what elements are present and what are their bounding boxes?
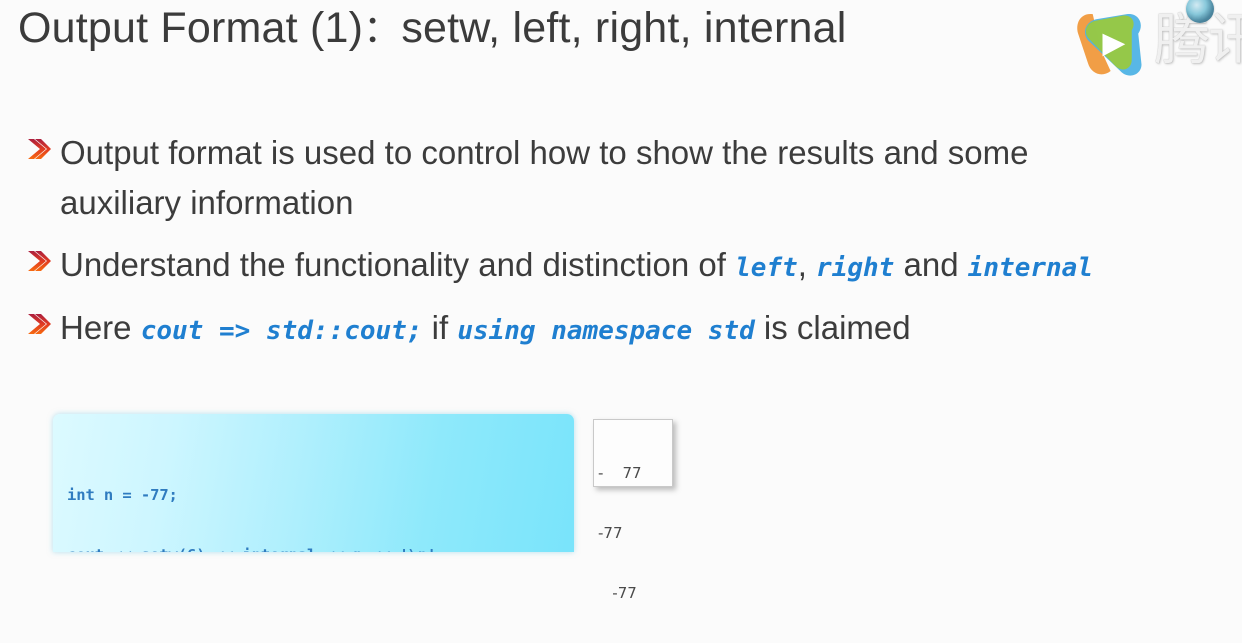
console-output-lines: - 77 -77 -77 (598, 423, 642, 643)
page-title-colon: ： (363, 9, 402, 51)
code-block-lines: int n = -77; cout << setw(6) << internal… (67, 445, 446, 552)
output-line: -77 (598, 524, 623, 542)
red-chevron-arrow-icon (28, 139, 51, 159)
watermark: 腾讯 (1068, 0, 1242, 88)
page-title: Output Format (1)：setw, left, right, int… (18, 0, 1078, 58)
bullet-item-2-code-left: left (735, 253, 798, 283)
bullet-item-2-part2: , (797, 246, 817, 283)
watermark-brand-text: 腾讯 (1154, 10, 1242, 72)
bullet-item-1-text: Output format is used to control how to … (60, 128, 1230, 228)
console-output-box: - 77 -77 -77 (593, 419, 673, 602)
bullet-item-3-part1: Here (60, 309, 141, 346)
bullet-item-1: Output format is used to control how to … (12, 128, 1230, 228)
bullet-item-2-code-right: right (816, 253, 895, 283)
watermark-badge-icon (1186, 0, 1214, 23)
bullet-item-3-text: Here cout => std::cout; if using namespa… (60, 303, 1230, 356)
bullet-item-1-line2: auxiliary information (60, 184, 354, 221)
bullet-list: Output format is used to control how to … (12, 128, 1230, 364)
page-title-rest: setw, left, right, internal (401, 4, 847, 52)
output-line: - 77 (598, 464, 642, 482)
page-title-main: Output Format (1) (18, 4, 364, 52)
bullet-item-2-part1: Understand the functionality and distinc… (60, 246, 736, 283)
bullet-item-2-text: Understand the functionality and distinc… (60, 240, 1230, 293)
bullet-item-2-code-internal: internal (967, 253, 1093, 283)
bullet-item-3: Here cout => std::cout; if using namespa… (12, 303, 1230, 356)
output-line: -77 (598, 584, 637, 602)
bullet-item-3-part3: is claimed (754, 309, 911, 346)
red-chevron-arrow-icon (28, 314, 51, 334)
code-line: cout << setw(6) << internal << n << '\n'… (67, 545, 446, 552)
bullet-item-2-part3: and (894, 246, 968, 283)
red-chevron-arrow-icon (28, 251, 51, 271)
bullet-item-3-code-cout: cout => std::cout; (140, 316, 423, 346)
code-block: int n = -77; cout << setw(6) << internal… (53, 414, 574, 552)
bullet-item-3-part2: if (422, 309, 458, 346)
bullet-item-1-line1: Output format is used to control how to … (60, 134, 1029, 171)
bullet-item-2: Understand the functionality and distinc… (12, 240, 1230, 293)
tencent-video-play-logo-icon (1077, 13, 1142, 76)
code-line: int n = -77; (67, 486, 178, 504)
bullet-item-3-code-using-namespace: using namespace std (457, 316, 755, 346)
